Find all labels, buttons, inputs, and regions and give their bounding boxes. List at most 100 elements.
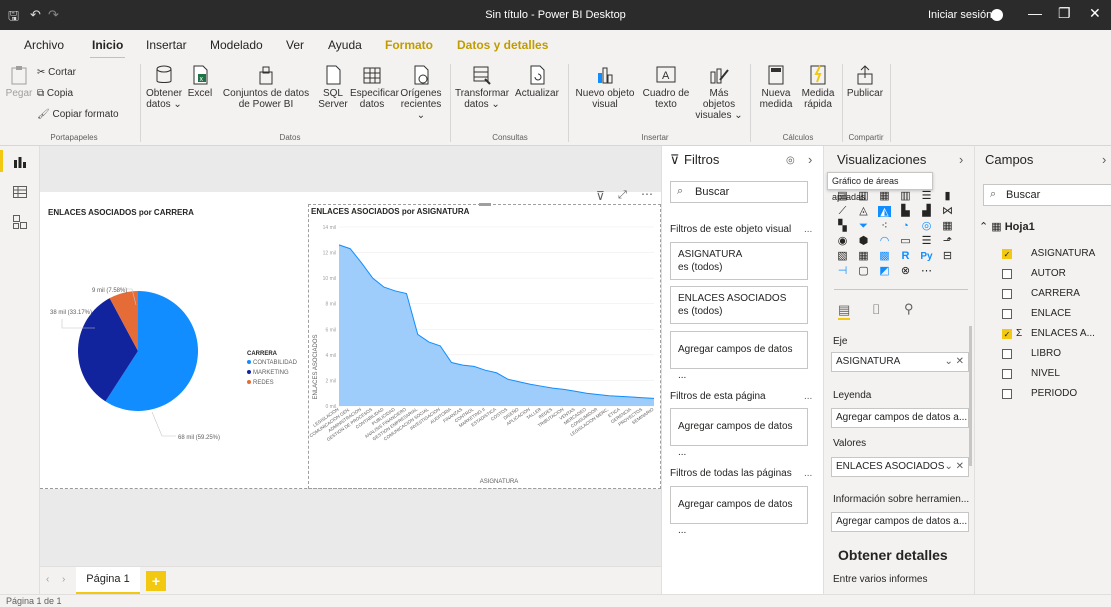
table-hoja1[interactable]: ⌃ ▦ Hoja1 xyxy=(979,220,1035,233)
report-page[interactable]: ENLACES ASOCIADOS por CARRERA 9 mil (7.5… xyxy=(40,187,661,489)
quick-measure-button[interactable]: Medida rápida xyxy=(796,64,840,110)
line-column-icon[interactable]: ▙ xyxy=(899,206,912,217)
decomposition-tree-icon[interactable]: ⊣ xyxy=(836,266,849,277)
recent-sources-button[interactable]: Orígenes recientes ⌄ xyxy=(396,64,446,121)
tab-formato[interactable]: Formato xyxy=(385,38,433,52)
field-checkbox[interactable] xyxy=(1002,369,1012,379)
field-item-asignatura[interactable]: ✓ ASIGNATURA xyxy=(975,244,1111,264)
stacked-area-icon[interactable]: ◭ xyxy=(878,206,891,218)
line-chart-icon[interactable]: ⟋ xyxy=(836,206,849,217)
visual-drag-handle[interactable] xyxy=(479,203,491,206)
filter-card-asignatura[interactable]: ASIGNATURA es (todos) xyxy=(670,242,808,280)
area-chart[interactable]: ENLACES ASOCIADOS ASIGNATURA 0 mil2 mil4… xyxy=(309,217,660,489)
viz-scrollbar[interactable] xyxy=(969,326,972,466)
field-checkbox[interactable] xyxy=(1002,349,1012,359)
axis-well[interactable]: ASIGNATURA ⌄ ✕ xyxy=(831,352,969,372)
field-item-libro[interactable]: LIBRO xyxy=(975,344,1111,364)
powerbi-datasets-button[interactable]: Conjuntos de datos de Power BI xyxy=(216,64,316,110)
legend-well[interactable]: Agregar campos de datos a... xyxy=(831,408,969,428)
pie-chart[interactable]: 9 mil (7.58%) 38 mil (33.17%) 68 mil (59… xyxy=(40,222,305,487)
field-item-carrera[interactable]: CARRERA xyxy=(975,284,1111,304)
ribbon-chart-icon[interactable]: ⋈ xyxy=(941,206,954,217)
all-pages-add-fields-drop[interactable]: Agregar campos de datos ... xyxy=(670,486,808,536)
refresh-button[interactable]: Actualizar xyxy=(510,64,564,99)
page-add-fields-drop[interactable]: Agregar campos de datos ... xyxy=(670,408,808,458)
text-box-button[interactable]: A Cuadro de texto xyxy=(640,64,692,110)
clustered-bar-icon[interactable]: ▦ xyxy=(878,191,891,202)
page-filters-more[interactable]: ... xyxy=(804,391,812,402)
enter-data-button[interactable]: Especificar datos xyxy=(350,64,399,110)
minimize-icon[interactable]: — xyxy=(1028,5,1042,21)
donut-icon[interactable]: ◎ xyxy=(920,221,933,232)
publish-button[interactable]: Publicar xyxy=(844,64,886,99)
area-chart-icon[interactable]: ◬ xyxy=(857,206,870,217)
more-visuals-icon[interactable]: ⋯ xyxy=(920,266,933,277)
close-icon[interactable]: ✕ xyxy=(1089,5,1101,22)
values-well[interactable]: ENLACES ASOCIADOS ⌄ ✕ xyxy=(831,457,969,477)
qa-icon[interactable]: ▢ xyxy=(857,266,870,277)
treemap-icon[interactable]: ▦ xyxy=(941,221,954,232)
percent-column-icon[interactable]: ▮ xyxy=(941,191,954,202)
multi-row-card-icon[interactable]: ☰ xyxy=(920,236,933,247)
field-checkbox[interactable] xyxy=(1002,309,1012,319)
page-tab-1[interactable]: Página 1 xyxy=(76,567,140,594)
analytics-icon[interactable]: ⚲ xyxy=(904,301,914,317)
sql-server-button[interactable]: SQL Server xyxy=(318,64,348,110)
filters-search-box[interactable]: ⌕ Buscar xyxy=(670,181,808,203)
field-item-autor[interactable]: AUTOR xyxy=(975,264,1111,284)
tab-ver[interactable]: Ver xyxy=(286,38,304,52)
excel-button[interactable]: x Excel xyxy=(186,64,214,99)
clustered-column-icon[interactable]: ▥ xyxy=(899,191,912,202)
avatar[interactable] xyxy=(991,9,1003,21)
arcgis-icon[interactable]: ⊗ xyxy=(899,266,912,277)
get-data-button[interactable]: Obtener datos ⌄ xyxy=(146,64,182,110)
transform-data-button[interactable]: Transformar datos ⌄ xyxy=(454,64,510,110)
field-item-enlaces-a-[interactable]: ✓ Σ ENLACES A... xyxy=(975,324,1111,344)
visual-filters-more[interactable]: ... xyxy=(804,224,812,235)
fields-tab-icon[interactable]: ▤ xyxy=(838,302,851,320)
python-visual-icon[interactable]: Py xyxy=(920,251,933,262)
tab-ayuda[interactable]: Ayuda xyxy=(328,38,362,52)
tooltips-well[interactable]: Agregar campos de datos a... xyxy=(831,512,969,532)
format-paint-roller-icon[interactable]: ⌷ xyxy=(872,301,880,318)
new-measure-button[interactable]: Nueva medida xyxy=(756,64,796,110)
more-visuals-button[interactable]: Más objetos visuales ⌄ xyxy=(694,64,744,121)
field-checkbox[interactable]: ✓ xyxy=(1002,329,1012,339)
tab-insertar[interactable]: Insertar xyxy=(146,38,187,52)
smart-narrative-icon[interactable]: ◩ xyxy=(878,266,891,277)
slicer-icon[interactable]: ▧ xyxy=(836,251,849,262)
pie-legend-item-contabilidad[interactable]: CONTABILIDAD xyxy=(253,360,298,366)
fields-search-box[interactable]: ⌕ Buscar xyxy=(983,184,1111,206)
copy-button[interactable]: ⧉ Copia xyxy=(37,88,73,99)
eye-icon[interactable]: ◎ xyxy=(786,155,795,166)
new-visual-button[interactable]: Nuevo objeto visual xyxy=(570,64,640,110)
collapse-fields-icon[interactable]: › xyxy=(1102,152,1106,167)
matrix-icon[interactable]: ▩ xyxy=(878,251,891,262)
percent-bar-icon[interactable]: ☰ xyxy=(920,191,933,202)
tab-inicio[interactable]: Inicio xyxy=(89,38,126,59)
r-visual-icon[interactable]: R xyxy=(899,251,912,262)
line-stacked-column-icon[interactable]: ▟ xyxy=(920,206,933,217)
all-pages-filters-more[interactable]: ... xyxy=(804,468,812,479)
tab-modelado[interactable]: Modelado xyxy=(210,38,263,52)
axis-well-remove-icon[interactable]: ⌄ ✕ xyxy=(944,353,964,371)
model-view-icon[interactable] xyxy=(12,214,28,230)
filled-map-icon[interactable]: ⬢ xyxy=(857,236,870,247)
gauge-icon[interactable]: ◠ xyxy=(878,236,891,247)
pie-legend-item-redes[interactable]: REDES xyxy=(253,380,274,386)
sign-in-link[interactable]: Iniciar sesión xyxy=(928,0,992,30)
collapse-viz-icon[interactable]: › xyxy=(959,152,963,167)
field-item-nivel[interactable]: NIVEL xyxy=(975,364,1111,384)
filter-card-enlaces[interactable]: ENLACES ASOCIADOS es (todos) xyxy=(670,286,808,324)
tab-archivo[interactable]: Archivo xyxy=(24,38,64,52)
pie-icon[interactable]: ◔ xyxy=(899,221,912,232)
collapse-filters-icon[interactable]: › xyxy=(808,152,812,167)
funnel-icon[interactable]: ⏷ xyxy=(857,221,870,232)
copy-format-button[interactable]: 🖌 Copiar formato xyxy=(37,109,119,120)
map-icon[interactable]: ◉ xyxy=(836,236,849,247)
waterfall-icon[interactable]: ▚ xyxy=(836,221,849,232)
kpi-icon[interactable]: ⬏ xyxy=(941,236,954,247)
pie-legend-item-marketing[interactable]: MARKETING xyxy=(253,370,289,376)
data-view-icon[interactable] xyxy=(12,184,28,200)
field-checkbox[interactable] xyxy=(1002,289,1012,299)
